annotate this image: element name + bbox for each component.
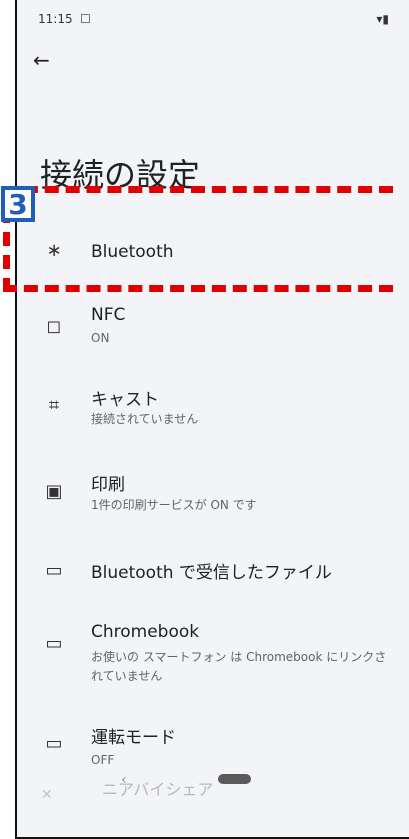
item-label: Bluetooth で受信したファイル [91, 563, 332, 583]
status-time: 11:15 [38, 12, 73, 26]
notification-icon: ☐ [80, 12, 91, 26]
nfc-icon: ◻ [46, 316, 62, 337]
printer-icon: ▣ [45, 481, 63, 502]
cast-icon: ⌗ [48, 395, 60, 416]
status-bar: 11:15 ☐ ▾▮ [17, 0, 409, 40]
devices-icon: ▭ [45, 633, 63, 654]
item-sublabel: ON [91, 331, 110, 345]
item-sublabel: 1件の印刷サービスが ON です [91, 498, 257, 512]
item-label: 運転モード [91, 728, 176, 748]
item-sublabel: OFF [91, 753, 115, 767]
gesture-back-icon: ‹ [121, 772, 127, 788]
gesture-handle[interactable] [218, 774, 251, 784]
nearby-share-label[interactable]: ニアバイシェア [102, 776, 213, 800]
car-icon: ▭ [45, 733, 63, 754]
item-label: 印刷 [91, 475, 125, 495]
item-sublabel: お使いの スマートフォン は Chromebook にリンクされていません [91, 650, 387, 683]
signal-battery-icon: ▾▮ [376, 12, 389, 26]
highlight-box [3, 186, 393, 292]
item-label: Chromebook [91, 622, 200, 642]
phone-frame: 11:15 ☐ ▾▮ ← 接続の設定 ∗ Bluetooth ◻ NFC ON … [15, 0, 409, 839]
nearby-share-icon: ✕ [41, 787, 53, 803]
item-sublabel: 接続されていません [91, 412, 199, 426]
step-number-badge: 3 [1, 186, 35, 222]
item-label: キャスト [91, 390, 159, 410]
back-arrow-icon[interactable]: ← [33, 48, 57, 72]
folder-icon: ▭ [45, 560, 63, 581]
item-label: NFC [91, 305, 126, 325]
